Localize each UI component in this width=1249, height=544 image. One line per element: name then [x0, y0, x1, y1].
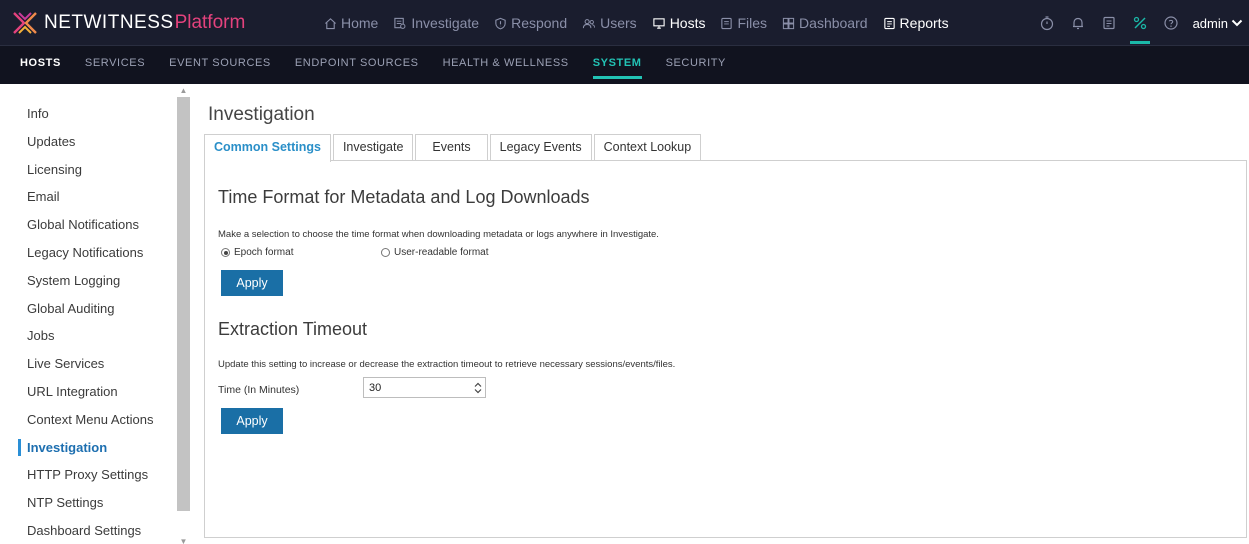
dashboard-icon: [782, 17, 795, 29]
sidebar-item-updates[interactable]: Updates: [0, 128, 176, 156]
epoch-format-radio[interactable]: Epoch format: [221, 247, 381, 258]
timer-icon[interactable]: [1036, 12, 1058, 34]
extraction-timeout-value[interactable]: 30: [364, 382, 471, 394]
sidebar-item-global-notifications[interactable]: Global Notifications: [0, 211, 176, 239]
tab-events[interactable]: Events: [415, 134, 488, 161]
sidebar-item-legacy-notifications[interactable]: Legacy Notifications: [0, 239, 176, 267]
brand-name: NETWITNESS: [44, 12, 174, 33]
extraction-timeout-description: Update this setting to increase or decre…: [218, 359, 676, 370]
sidebar-item-investigation[interactable]: Investigation: [0, 434, 176, 462]
main-navigation: Home Investigate Respond Users Hosts Fil…: [324, 0, 964, 46]
sidebar-item-email[interactable]: Email: [0, 183, 176, 211]
system-settings-sidebar: Info Updates Licensing Email Global Noti…: [0, 84, 192, 544]
subnav-hosts[interactable]: HOSTS: [20, 46, 61, 84]
sidebar-item-live-services[interactable]: Live Services: [0, 350, 176, 378]
respond-icon: [495, 17, 506, 29]
investigate-icon: [394, 17, 406, 29]
sidebar-item-http-proxy-settings[interactable]: HTTP Proxy Settings: [0, 461, 176, 489]
reports-icon: [883, 17, 895, 29]
hosts-icon: [653, 17, 665, 29]
help-icon[interactable]: [1160, 12, 1182, 34]
page-title: Investigation: [208, 104, 315, 125]
sidebar-item-jobs[interactable]: Jobs: [0, 322, 176, 350]
files-icon: [721, 17, 733, 29]
nav-users-label: Users: [600, 15, 637, 31]
epoch-format-label: Epoch format: [234, 247, 294, 258]
user-readable-format-label: User-readable format: [394, 247, 489, 258]
admin-tools-icon[interactable]: [1129, 12, 1151, 44]
radio-selected-icon: [221, 248, 230, 257]
common-settings-panel: Time Format for Metadata and Log Downloa…: [204, 160, 1247, 538]
extraction-timeout-stepper[interactable]: 30: [363, 377, 486, 398]
subnav-services[interactable]: SERVICES: [85, 46, 145, 84]
nav-investigate[interactable]: Investigate: [393, 15, 479, 31]
nav-dashboard[interactable]: Dashboard: [782, 15, 868, 31]
netwitness-logo-icon: [10, 10, 40, 36]
sidebar-list: Info Updates Licensing Email Global Noti…: [0, 100, 176, 544]
scroll-thumb[interactable]: [177, 97, 190, 511]
user-readable-format-radio[interactable]: User-readable format: [381, 247, 488, 258]
nav-hosts[interactable]: Hosts: [652, 15, 706, 31]
sidebar-scrollbar[interactable]: ▲ ▼: [177, 84, 190, 544]
settings-tabs: Common Settings Investigate Events Legac…: [204, 134, 703, 162]
bell-icon[interactable]: [1067, 12, 1089, 34]
extraction-apply-button[interactable]: Apply: [221, 408, 283, 434]
time-format-description: Make a selection to choose the time form…: [218, 229, 659, 240]
sidebar-item-dashboard-settings[interactable]: Dashboard Settings: [0, 517, 176, 544]
sidebar-item-url-integration[interactable]: URL Integration: [0, 378, 176, 406]
time-in-minutes-label: Time (In Minutes): [218, 384, 300, 396]
subnav-event-sources[interactable]: EVENT SOURCES: [169, 46, 271, 84]
chevron-down-icon: [1231, 19, 1243, 27]
subnav-endpoint-sources[interactable]: ENDPOINT SOURCES: [295, 46, 419, 84]
subnav-system[interactable]: SYSTEM: [592, 46, 642, 84]
subnav-health-wellness[interactable]: HEALTH & WELLNESS: [443, 46, 569, 84]
nav-dashboard-label: Dashboard: [799, 15, 868, 31]
user-menu[interactable]: admin: [1193, 16, 1243, 31]
nav-hosts-label: Hosts: [669, 15, 706, 31]
subnav-security[interactable]: SECURITY: [666, 46, 726, 84]
sidebar-item-info[interactable]: Info: [0, 100, 176, 128]
utility-toolbar: admin: [1036, 0, 1249, 46]
nav-respond[interactable]: Respond: [494, 15, 567, 31]
tab-context-lookup[interactable]: Context Lookup: [593, 134, 702, 161]
nav-investigate-label: Investigate: [411, 15, 480, 31]
netwitness-logo[interactable]: NETWITNESS Platform: [10, 8, 245, 38]
scroll-up-arrow-icon[interactable]: ▲: [179, 86, 188, 95]
nav-reports[interactable]: Reports: [883, 15, 949, 31]
notes-icon[interactable]: [1098, 12, 1120, 34]
scroll-down-arrow-icon[interactable]: ▼: [179, 537, 188, 544]
nav-files[interactable]: Files: [720, 15, 767, 31]
nav-home[interactable]: Home: [324, 15, 378, 31]
top-navigation-bar: NETWITNESS Platform Home Investigate Res…: [0, 0, 1249, 46]
sidebar-item-ntp-settings[interactable]: NTP Settings: [0, 489, 176, 517]
time-format-options: Epoch format User-readable format: [221, 247, 488, 258]
nav-users[interactable]: Users: [582, 15, 637, 31]
radio-unselected-icon: [381, 248, 390, 257]
extraction-timeout-heading: Extraction Timeout: [218, 319, 368, 339]
sidebar-item-context-menu-actions[interactable]: Context Menu Actions: [0, 406, 176, 434]
sidebar-item-global-auditing[interactable]: Global Auditing: [0, 295, 176, 323]
nav-reports-label: Reports: [899, 15, 949, 31]
sidebar-item-licensing[interactable]: Licensing: [0, 156, 176, 184]
nav-home-label: Home: [341, 15, 379, 31]
sidebar-item-system-logging[interactable]: System Logging: [0, 267, 176, 295]
users-icon: [583, 18, 596, 28]
tab-legacy-events[interactable]: Legacy Events: [489, 134, 592, 161]
nav-files-label: Files: [737, 15, 768, 31]
admin-subnavigation: HOSTS SERVICES EVENT SOURCES ENDPOINT SO…: [0, 46, 1249, 84]
time-format-apply-button[interactable]: Apply: [221, 270, 283, 296]
user-name: admin: [1192, 15, 1228, 31]
tab-common-settings[interactable]: Common Settings: [204, 134, 331, 162]
nav-respond-label: Respond: [511, 15, 568, 31]
stepper-arrows-icon[interactable]: [471, 378, 485, 397]
home-icon: [325, 17, 336, 29]
brand-accent: Platform: [174, 12, 246, 33]
time-format-heading: Time Format for Metadata and Log Downloa…: [218, 187, 590, 207]
tab-investigate[interactable]: Investigate: [332, 134, 414, 161]
